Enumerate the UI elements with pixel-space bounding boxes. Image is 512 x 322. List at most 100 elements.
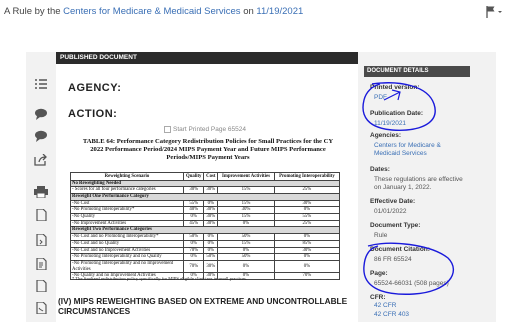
agency-label: AGENCY: (68, 82, 122, 94)
document-type-label: Document Type: (370, 222, 421, 229)
table-row: -No Promoting Interoperability* 40% 30% 30%… (70, 206, 341, 214)
table-row: -No Cost and no Improvement Activities 70… (70, 246, 341, 255)
table-section-label: No Reweighting Needed (70, 179, 340, 188)
pdf-icon[interactable] (34, 258, 48, 270)
byline-prefix: A Rule by the (4, 6, 61, 17)
dates-label: Dates: (370, 166, 390, 173)
table-header-cell: Promoting Interoperability (273, 172, 341, 181)
table-cell: -No Quality (70, 213, 184, 221)
print-icon[interactable] (34, 186, 48, 198)
table-cell: -No Cost and no Improvement Activities (70, 246, 184, 255)
table-cell: 55% (182, 199, 205, 208)
table-cell: 0% (203, 199, 219, 208)
table-cell: 0% (273, 206, 341, 214)
document-icon[interactable] (34, 209, 48, 221)
date-link[interactable]: 11/19/2021 (256, 6, 303, 17)
table-cell: - Scores for all four performance catego… (70, 186, 184, 194)
table-cell: 0% (203, 246, 219, 255)
table-cell: -No Improvement Activities (70, 219, 184, 228)
table-cell: -No Cost (70, 199, 184, 208)
table-cell: 0% (182, 253, 205, 261)
table-header-row: Reweighting Scenario Quality Cost Improveme… (70, 172, 341, 181)
byline-on: on (243, 6, 254, 17)
table-row: -No Promoting Interoperability and no Qu… (70, 253, 341, 261)
document-citation-label: Document Citation: (370, 246, 430, 253)
document-icon[interactable] (34, 280, 48, 292)
table-row: -No Cost and no Promoting Interoperabili… (70, 233, 341, 241)
table-cell: 85% (273, 239, 341, 248)
published-document-banner: PUBLISHED DOCUMENT (56, 52, 358, 64)
table-title: TABLE 64: Performance Category Redistrib… (82, 138, 334, 161)
table-footnote: * The finalized redistribution policy sp… (72, 276, 248, 281)
cfr-link[interactable]: 42 CFR (374, 302, 396, 310)
page-value: 65524-66031 (508 pages) (374, 280, 449, 287)
table-cell: 30% (182, 186, 205, 194)
table-section-row: No Reweighting Needed (70, 179, 340, 188)
agencies-link[interactable]: Centers for Medicare & Medicaid Services (374, 142, 466, 158)
table-cell: 0% (203, 233, 219, 241)
list-icon[interactable] (34, 78, 48, 90)
dates-value: These regulations are effective on Janua… (374, 176, 463, 191)
table-section-row: Reweight One Performance Category (70, 192, 340, 201)
table-cell: 15% (217, 186, 275, 194)
printed-version-label: Printed version: (370, 84, 420, 91)
table-cell: 15% (217, 239, 275, 248)
table-cell: 0% (273, 259, 341, 274)
page-marker-icon (164, 126, 171, 133)
table-cell: 0% (182, 213, 205, 221)
table-cell: 15% (217, 199, 275, 208)
table-cell: 50% (203, 253, 219, 261)
start-printed-page: Start Printed Page 65524 (164, 126, 246, 133)
section-heading: (IV) MIPS REWEIGHTING BASED ON EXTREME A… (58, 296, 348, 316)
start-printed-page-text: Start Printed Page 65524 (173, 126, 246, 134)
table-cell: -No Promoting Interoperability* (70, 206, 184, 214)
table-cell: 50% (217, 233, 275, 241)
table-cell: 30% (273, 246, 341, 255)
cfr-link[interactable]: 42 CFR 403 (374, 311, 409, 319)
cfr-label: CFR: (370, 294, 386, 301)
share-icon[interactable] (34, 154, 48, 166)
table-row: - Scores for all four performance catego… (70, 186, 341, 194)
table-cell: 30% (203, 259, 219, 274)
table-cell: -No Promoting Interoperability and no Qu… (70, 253, 184, 261)
table-cell: 30% (203, 219, 219, 228)
effective-date-value: 01/01/2022 (374, 208, 407, 215)
document-icon[interactable] (34, 234, 48, 246)
agencies-label: Agencies: (370, 132, 402, 139)
table-section-row: Reweight Two Performance Categories (70, 226, 340, 235)
table-cell: 0% (273, 233, 341, 241)
pdf-link[interactable]: PDF (374, 94, 387, 102)
document-byline: A Rule by the Centers for Medicare & Med… (4, 6, 303, 17)
table-cell: 15% (217, 213, 275, 221)
flag-icon[interactable] (486, 5, 502, 19)
table-cell: 55% (273, 213, 341, 221)
table-cell: -No Cost and no Quality (70, 239, 184, 248)
publication-date-link[interactable]: 11/19/2021 (374, 120, 406, 128)
table-cell: 30% (203, 186, 219, 194)
pdf-icon[interactable] (34, 302, 48, 314)
page-label: Page: (370, 270, 388, 277)
table-header-cell: Reweighting Scenario (70, 172, 184, 181)
table-cell: 30% (273, 199, 341, 208)
table-row: -No Quality 0% 30% 15% 55% (70, 213, 341, 221)
document-body: AGENCY: ACTION: Start Printed Page 65524… (56, 64, 358, 322)
comment-icon[interactable] (34, 130, 48, 142)
table-cell: 30% (217, 206, 275, 214)
table-row: -No Cost and no Quality 0% 0% 15% 85% (70, 239, 341, 248)
table-cell: 40% (182, 206, 205, 214)
table-cell: 25% (273, 186, 341, 194)
document-type-value: Rule (374, 232, 388, 239)
table-header-cell: Cost (203, 172, 219, 181)
comment-icon[interactable] (34, 108, 48, 120)
table-row: -No Cost 55% 0% 15% 30% (70, 199, 341, 208)
table-cell: -No Cost and no Promoting Interoperabili… (70, 233, 184, 241)
table-cell: -No Promoting Interoperability and no Im… (70, 259, 184, 274)
action-label: ACTION: (68, 108, 118, 120)
table-header-cell: Improvement Activities (217, 172, 275, 181)
table-cell: 30% (203, 206, 219, 214)
table-cell: 0% (217, 246, 275, 255)
table-cell: 70% (182, 246, 205, 255)
table-cell: 70% (273, 272, 341, 281)
table-cell: 0% (203, 239, 219, 248)
agency-link[interactable]: Centers for Medicare & Medicaid Services (63, 6, 240, 17)
